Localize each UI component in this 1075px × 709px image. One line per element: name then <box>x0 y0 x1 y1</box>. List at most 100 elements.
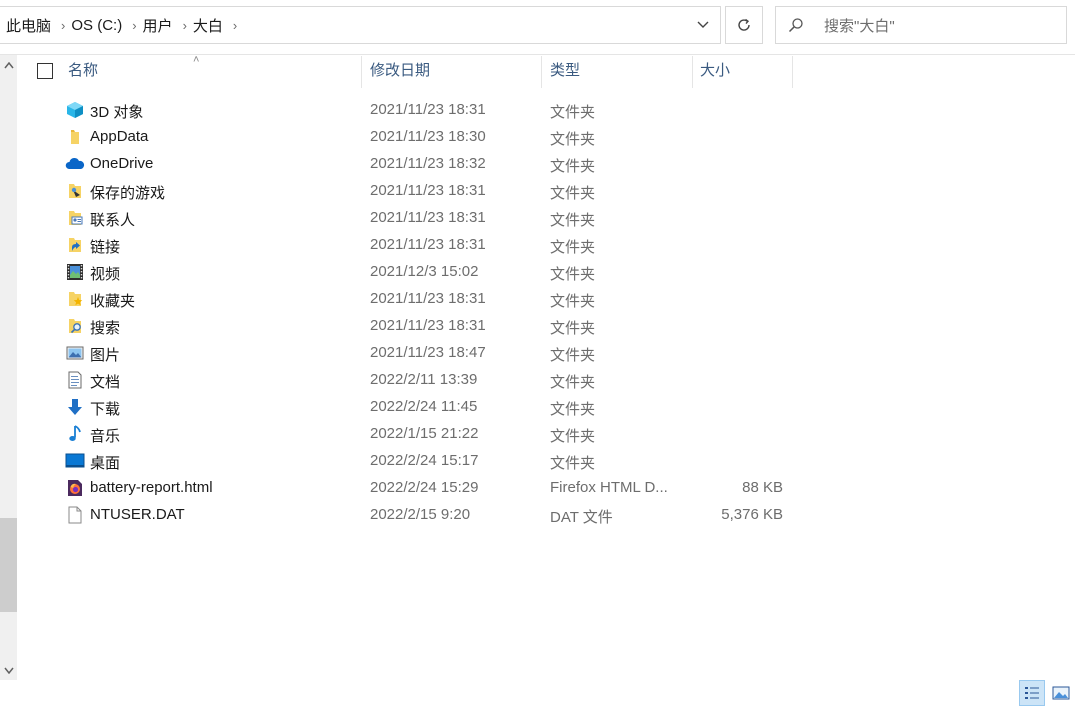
large-icons-view-button[interactable] <box>1048 680 1074 706</box>
address-bar[interactable]: 此电脑 › OS (C:) › 用户 › 大白 › <box>0 6 721 44</box>
file-row[interactable]: OneDrive 2021/11/23 18:32 文件夹 <box>17 151 1075 178</box>
chevron-down-icon <box>3 667 14 674</box>
column-size[interactable]: 大小 <box>700 56 730 88</box>
music-note-icon <box>65 424 85 444</box>
file-type: 文件夹 <box>550 158 596 175</box>
file-row[interactable]: 3D 对象 2021/11/23 18:31 文件夹 <box>17 97 1075 124</box>
file-name: 图片 <box>90 347 121 364</box>
breadcrumb-current-folder[interactable]: 大白 <box>193 15 223 36</box>
file-type: 文件夹 <box>550 185 596 202</box>
address-history-dropdown[interactable] <box>686 7 720 43</box>
file-row[interactable]: battery-report.html 2022/2/24 15:29 Firefo… <box>17 475 1075 502</box>
file-date: 2022/2/15 9:20 <box>370 506 471 523</box>
column-divider[interactable] <box>792 56 793 88</box>
file-name: NTUSER.DAT <box>90 506 185 523</box>
chevron-right-icon[interactable]: › <box>122 18 142 33</box>
onedrive-cloud-icon <box>65 154 85 174</box>
file-date: 2021/11/23 18:30 <box>370 128 486 145</box>
file-size: 5,376 KB <box>721 506 783 523</box>
file-row[interactable]: 联系人 2021/11/23 18:31 文件夹 <box>17 205 1075 232</box>
file-type: 文件夹 <box>550 239 596 256</box>
contacts-folder-icon <box>65 208 85 228</box>
file-date: 2021/11/23 18:31 <box>370 317 486 334</box>
breadcrumb-os-drive[interactable]: OS (C:) <box>71 17 122 34</box>
file-type: 文件夹 <box>550 347 596 364</box>
breadcrumb-users[interactable]: 用户 <box>143 15 173 36</box>
column-divider[interactable] <box>692 56 693 88</box>
downloads-arrow-icon <box>65 397 85 417</box>
search-box[interactable]: 搜索"大白" <box>775 6 1067 44</box>
file-date: 2022/2/24 11:45 <box>370 398 478 415</box>
file-row[interactable]: 视频 2021/12/3 15:02 文件夹 <box>17 259 1075 286</box>
file-type: Firefox HTML D... <box>550 479 668 496</box>
file-type: 文件夹 <box>550 131 596 148</box>
search-icon <box>776 17 816 33</box>
desktop-icon <box>65 451 85 471</box>
column-divider[interactable] <box>361 56 362 88</box>
file-date: 2021/11/23 18:31 <box>370 101 486 118</box>
column-divider[interactable] <box>541 56 542 88</box>
file-row[interactable]: 保存的游戏 2021/11/23 18:31 文件夹 <box>17 178 1075 205</box>
refresh-icon <box>738 18 750 31</box>
navigation-bar: 此电脑 › OS (C:) › 用户 › 大白 › 搜索"大白" <box>0 0 1075 54</box>
file-list: 3D 对象 2021/11/23 18:31 文件夹 AppData 2021/11/2… <box>17 97 1075 529</box>
file-date: 2021/12/3 15:02 <box>370 263 479 280</box>
file-type: 文件夹 <box>550 374 596 391</box>
column-date[interactable]: 修改日期 <box>370 56 430 88</box>
file-row[interactable]: 链接 2021/11/23 18:31 文件夹 <box>17 232 1075 259</box>
file-name: OneDrive <box>90 155 154 172</box>
file-name: 视频 <box>90 266 121 283</box>
saved-games-folder-icon <box>65 181 85 201</box>
file-date: 2022/2/24 15:29 <box>370 479 479 496</box>
scroll-up-button[interactable] <box>0 55 17 75</box>
chevron-right-icon[interactable]: › <box>51 18 71 33</box>
file-name: 搜索 <box>90 320 121 337</box>
file-date: 2022/1/15 21:22 <box>370 425 479 442</box>
favorites-folder-icon <box>65 289 85 309</box>
file-row[interactable]: 音乐 2022/1/15 21:22 文件夹 <box>17 421 1075 448</box>
file-name: 链接 <box>90 239 121 256</box>
details-view-icon <box>1025 687 1039 699</box>
file-row[interactable]: 文档 2022/2/11 13:39 文件夹 <box>17 367 1075 394</box>
file-type: 文件夹 <box>550 293 596 310</box>
file-name: AppData <box>90 128 149 145</box>
file-name: battery-report.html <box>90 479 213 496</box>
file-row[interactable]: 收藏夹 2021/11/23 18:31 文件夹 <box>17 286 1075 313</box>
folder-icon <box>65 127 85 147</box>
file-date: 2021/11/23 18:31 <box>370 236 486 253</box>
file-type: 文件夹 <box>550 455 596 472</box>
column-type[interactable]: 类型 <box>550 56 580 88</box>
chevron-down-icon <box>697 21 709 28</box>
file-date: 2021/11/23 18:31 <box>370 182 486 199</box>
scrollbar-thumb[interactable] <box>0 518 17 612</box>
chevron-right-icon[interactable]: › <box>173 18 193 33</box>
file-type: 文件夹 <box>550 401 596 418</box>
file-row[interactable]: 下载 2022/2/24 11:45 文件夹 <box>17 394 1075 421</box>
file-row[interactable]: AppData 2021/11/23 18:30 文件夹 <box>17 124 1075 151</box>
file-row[interactable]: 搜索 2021/11/23 18:31 文件夹 <box>17 313 1075 340</box>
breadcrumb-this-pc[interactable]: 此电脑 <box>0 15 51 36</box>
file-date: 2021/11/23 18:31 <box>370 290 486 307</box>
vertical-scrollbar[interactable] <box>0 55 17 680</box>
refresh-button[interactable] <box>725 6 763 44</box>
chevron-up-icon <box>3 61 14 68</box>
details-view-button[interactable] <box>1019 680 1045 706</box>
file-row[interactable]: NTUSER.DAT 2022/2/15 9:20 DAT 文件 5,376 KB <box>17 502 1075 529</box>
file-date: 2021/11/23 18:31 <box>370 209 486 226</box>
file-row[interactable]: 图片 2021/11/23 18:47 文件夹 <box>17 340 1075 367</box>
file-type: 文件夹 <box>550 104 596 121</box>
sort-ascending-icon: ˄ <box>193 54 200 66</box>
file-name: 收藏夹 <box>90 293 136 310</box>
file-date: 2022/2/11 13:39 <box>370 371 478 388</box>
search-input[interactable]: 搜索"大白" <box>816 15 895 36</box>
file-row[interactable]: 桌面 2022/2/24 15:17 文件夹 <box>17 448 1075 475</box>
scroll-down-button[interactable] <box>0 660 17 680</box>
file-name: 联系人 <box>90 212 136 229</box>
file-date: 2021/11/23 18:32 <box>370 155 486 172</box>
file-name: 音乐 <box>90 428 121 445</box>
links-folder-icon <box>65 235 85 255</box>
chevron-right-icon[interactable]: › <box>223 18 243 33</box>
documents-icon <box>65 370 85 390</box>
column-name[interactable]: 名称 <box>68 56 98 88</box>
select-all-checkbox[interactable] <box>37 63 53 79</box>
